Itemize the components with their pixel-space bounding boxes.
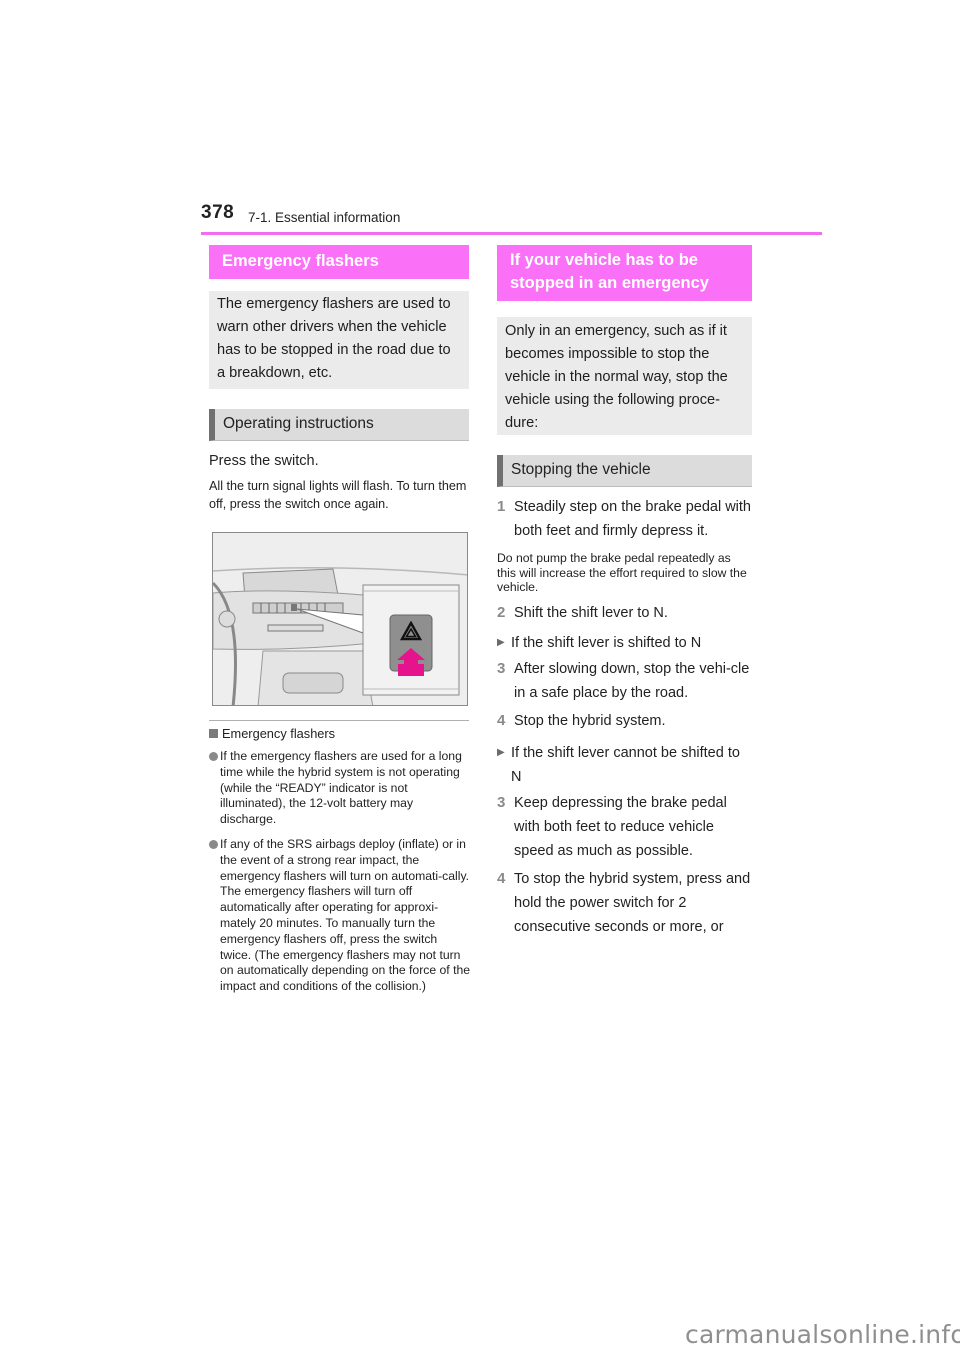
triangle-right-icon: ▶ bbox=[497, 636, 505, 648]
notes-heading-label: Emergency flashers bbox=[222, 726, 336, 741]
step-number: 2 bbox=[497, 603, 506, 621]
note-text: If any of the SRS airbags deploy (inflat… bbox=[220, 836, 471, 994]
step-number: 3 bbox=[497, 659, 506, 677]
condition-cannot-shift-to-n: ▶ If the shift lever cannot be shifted t… bbox=[497, 741, 752, 789]
round-bullet-icon bbox=[209, 839, 218, 849]
step-number: 4 bbox=[497, 869, 506, 887]
step-1: 1 Steadily step on the brake pedal with … bbox=[497, 495, 752, 543]
step-3b: 3 Keep depressing the brake pedal with b… bbox=[497, 791, 752, 863]
dashboard-drawing bbox=[213, 533, 467, 705]
emergency-flashers-heading: Emergency flashers bbox=[209, 245, 469, 279]
step-number: 1 bbox=[497, 498, 506, 515]
header-rule bbox=[201, 232, 822, 235]
hazard-triangle-icon bbox=[400, 621, 422, 641]
instruction-text: Press the switch. bbox=[209, 453, 319, 469]
step-4a: 4 Stop the hybrid system. bbox=[497, 709, 752, 733]
note-item: If any of the SRS airbags deploy (inflat… bbox=[209, 837, 471, 995]
step-text: Keep depressing the brake pedal with bot… bbox=[514, 794, 727, 859]
stopping-vehicle-heading: Stopping the vehicle bbox=[497, 455, 752, 487]
condition-label: If the shift lever is shifted to N bbox=[511, 634, 702, 651]
step-number: 4 bbox=[497, 711, 506, 729]
note-item: If the emergency flashers are used for a… bbox=[209, 749, 471, 828]
left-column: Emergency flashers The emergency flasher… bbox=[209, 245, 469, 513]
notes-divider bbox=[209, 720, 469, 721]
page-header: 378 7-1. Essential information bbox=[201, 202, 821, 230]
emergency-stop-intro: Only in an emergency, such as if it beco… bbox=[497, 317, 752, 435]
step-3a: 3 After slowing down, stop the vehi-cle … bbox=[497, 657, 752, 705]
emergency-stop-heading: If your vehicle has to be stopped in an … bbox=[497, 245, 752, 301]
step-text: After slowing down, stop the vehi-cle in… bbox=[514, 660, 750, 701]
step-4b: 4 To stop the hybrid system, press and h… bbox=[497, 867, 752, 939]
round-bullet-icon bbox=[209, 752, 218, 761]
page-number: 378 bbox=[201, 202, 235, 223]
step-number: 3 bbox=[497, 793, 506, 811]
triangle-right-icon: ▶ bbox=[497, 746, 505, 758]
notes-section: Emergency flashers If the emergency flas… bbox=[209, 726, 471, 995]
step-text: To stop the hybrid system, press and hol… bbox=[514, 870, 751, 935]
dashboard-illustration bbox=[212, 532, 468, 706]
condition-label: If the shift lever cannot be shifted to … bbox=[511, 744, 740, 785]
condition-shifted-to-n: ▶ If the shift lever is shifted to N bbox=[497, 631, 752, 655]
watermark-link[interactable]: carmanualsonline.info bbox=[685, 1320, 960, 1349]
right-column: If your vehicle has to be stopped in an … bbox=[497, 245, 752, 939]
step-1-note: Do not pump the brake pedal repeatedly a… bbox=[497, 551, 747, 594]
section-title: 7-1. Essential information bbox=[248, 210, 401, 225]
step-text: Steadily step on the brake pedal with bo… bbox=[514, 499, 751, 539]
step-text: Stop the hybrid system. bbox=[514, 712, 666, 729]
notes-heading: Emergency flashers bbox=[209, 726, 471, 741]
press-arrow-icon bbox=[397, 648, 425, 676]
operating-instructions-heading: Operating instructions bbox=[209, 409, 469, 441]
instruction-note: All the turn signal lights will flash. T… bbox=[209, 479, 467, 511]
step-text: Shift the shift lever to N. bbox=[514, 604, 668, 621]
emergency-flashers-intro: The emergency flashers are used to warn … bbox=[209, 291, 469, 389]
square-bullet-icon bbox=[209, 729, 218, 738]
note-text: If the emergency flashers are used for a… bbox=[220, 749, 462, 827]
step-2: 2 Shift the shift lever to N. bbox=[497, 601, 752, 625]
